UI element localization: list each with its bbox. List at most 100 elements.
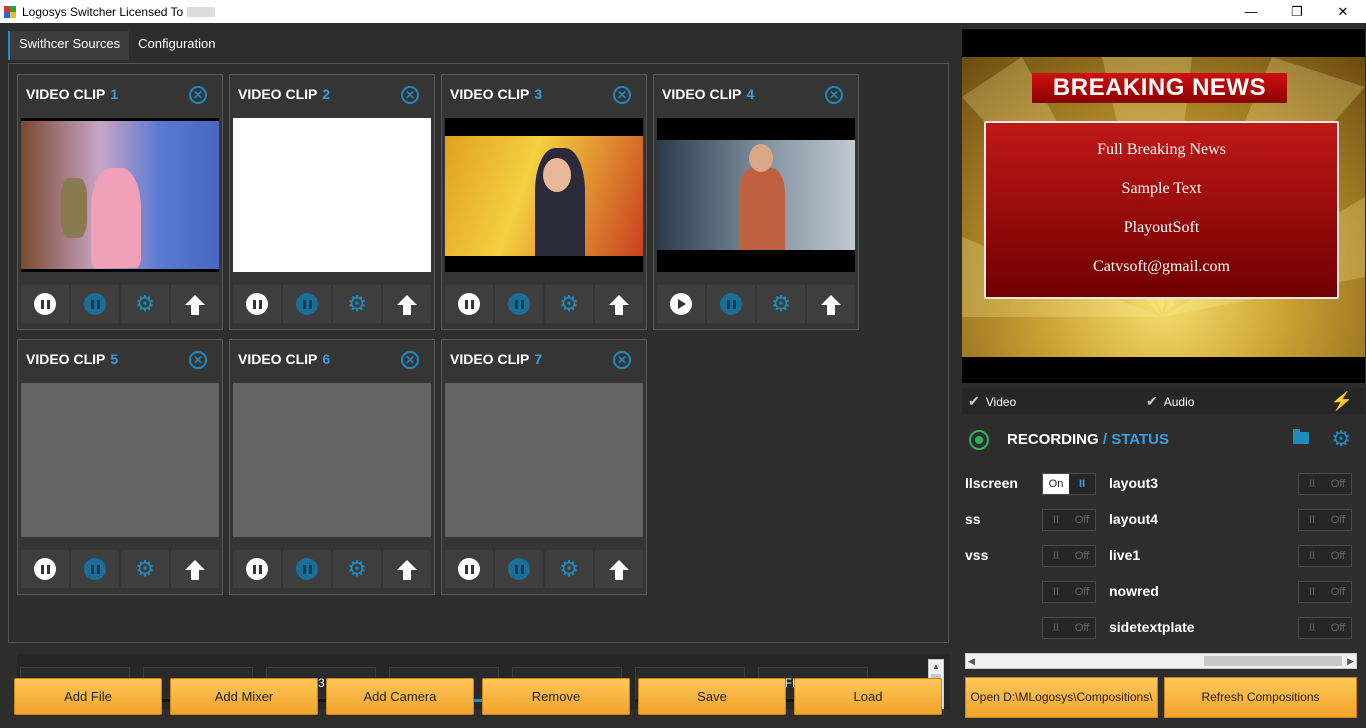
maximize-button[interactable]: ❐ (1274, 0, 1320, 23)
action-buttons: Add File Add Mixer Add Camera Remove Sav… (14, 678, 942, 715)
cue-button[interactable] (707, 285, 755, 323)
close-clip-icon[interactable]: ✕ (401, 86, 419, 104)
play-pause-button[interactable] (21, 285, 69, 323)
pause-icon (458, 558, 480, 580)
add-file-button[interactable]: Add File (14, 678, 162, 715)
save-button[interactable]: Save (638, 678, 786, 715)
clip-settings-button[interactable]: ⚙ (333, 285, 381, 323)
send-to-program-button[interactable] (171, 285, 219, 323)
video-checkbox[interactable]: ✔ Video (968, 388, 1016, 414)
play-pause-button[interactable] (21, 550, 69, 588)
clip-settings-button[interactable]: ⚙ (545, 285, 593, 323)
layout-toggle[interactable]: II Off (1298, 545, 1352, 567)
hscroll-thumb[interactable] (1204, 656, 1342, 666)
send-to-program-button[interactable] (383, 285, 431, 323)
audio-checkbox[interactable]: ✔ Audio (1146, 388, 1194, 414)
cue-icon (84, 293, 106, 315)
refresh-compositions-button[interactable]: Refresh Compositions (1164, 677, 1357, 718)
clip-settings-button[interactable]: ⚙ (121, 285, 169, 323)
clip-settings-button[interactable]: ⚙ (121, 550, 169, 588)
folder-icon[interactable] (1293, 429, 1309, 444)
video-clip-card[interactable]: VIDEO CLIP 5 ✕ ⚙ (17, 339, 223, 595)
layout-toggle[interactable]: II Off (1298, 617, 1352, 639)
toggle-right: Off (1074, 550, 1090, 562)
breaking-news-header: BREAKING NEWS (1032, 73, 1287, 103)
cue-button[interactable] (283, 550, 331, 588)
plate-line-1: Full Breaking News (1097, 141, 1226, 158)
audio-label: Audio (1163, 395, 1195, 409)
close-clip-icon[interactable]: ✕ (401, 351, 419, 369)
video-clip-card[interactable]: VIDEO CLIP 6 ✕ ⚙ (229, 339, 435, 595)
clip-thumbnail (21, 118, 219, 272)
video-clip-card[interactable]: VIDEO CLIP 1 ✕ ⚙ (17, 74, 223, 330)
cue-button[interactable] (283, 285, 331, 323)
cue-button[interactable] (71, 550, 119, 588)
send-to-program-button[interactable] (595, 285, 643, 323)
scroll-right-icon[interactable]: ▶ (1347, 654, 1354, 668)
minimize-button[interactable]: — (1228, 0, 1274, 23)
send-to-program-button[interactable] (383, 550, 431, 588)
tab-switcher-sources[interactable]: Swithcer Sources (10, 31, 130, 60)
cue-button[interactable] (495, 550, 543, 588)
clip-settings-button[interactable]: ⚙ (757, 285, 805, 323)
toggle-right: Off (1330, 622, 1346, 634)
layout-toggle[interactable]: II Off (1298, 581, 1352, 603)
play-pause-button[interactable] (233, 285, 281, 323)
scroll-left-icon[interactable]: ◀ (968, 654, 975, 668)
video-clip-card[interactable]: VIDEO CLIP 7 ✕ ⚙ (441, 339, 647, 595)
add-mixer-button[interactable]: Add Mixer (170, 678, 318, 715)
add-camera-button[interactable]: Add Camera (326, 678, 474, 715)
gear-icon[interactable]: ⚙ (1331, 426, 1351, 452)
cue-button[interactable] (71, 285, 119, 323)
layout-toggle[interactable]: II Off (1042, 509, 1096, 531)
layout-toggle[interactable]: II Off (1042, 545, 1096, 567)
arrow-up-icon (609, 560, 629, 580)
remove-button[interactable]: Remove (482, 678, 630, 715)
layout-toggle[interactable]: II Off (1298, 509, 1352, 531)
window-title: Logosys Switcher Licensed To (22, 4, 184, 19)
load-button[interactable]: Load (794, 678, 942, 715)
clip-settings-button[interactable]: ⚙ (333, 550, 381, 588)
arrow-up-icon (609, 295, 629, 315)
close-clip-icon[interactable]: ✕ (189, 86, 207, 104)
scroll-up-icon[interactable]: ▲ (929, 660, 943, 674)
plug-icon[interactable]: ⚡ (1331, 391, 1353, 412)
play-pause-button[interactable] (657, 285, 705, 323)
gear-icon: ⚙ (771, 291, 791, 316)
play-pause-button[interactable] (445, 285, 493, 323)
video-clip-card[interactable]: VIDEO CLIP 4 ✕ ⚙ (653, 74, 859, 330)
close-clip-icon[interactable]: ✕ (613, 86, 631, 104)
pause-icon (246, 293, 268, 315)
toggle-left: II (1308, 586, 1316, 598)
layouts-horizontal-scrollbar[interactable]: ◀ ▶ (965, 653, 1357, 669)
clips-panel: VIDEO CLIP 1 ✕ ⚙ VIDEO CLIP 2 ✕ ⚙ VIDEO CLIP 3 ✕ ⚙ V… (8, 63, 950, 709)
plate-line-3: PlayoutSoft (1123, 219, 1200, 236)
layout-toggle[interactable]: On II (1042, 473, 1096, 495)
video-clip-card[interactable]: VIDEO CLIP 2 ✕ ⚙ (229, 74, 435, 330)
layout-name: live1 (1109, 547, 1141, 563)
layout-toggle[interactable]: II Off (1042, 581, 1096, 603)
cue-button[interactable] (495, 285, 543, 323)
send-to-program-button[interactable] (595, 550, 643, 588)
arrow-up-icon (185, 560, 205, 580)
cue-icon (296, 558, 318, 580)
close-window-button[interactable]: ✕ (1320, 0, 1366, 23)
layout-toggle[interactable]: II Off (1042, 617, 1096, 639)
clip-settings-button[interactable]: ⚙ (545, 550, 593, 588)
toggle-right: Off (1330, 586, 1346, 598)
open-compositions-folder-button[interactable]: Open D:\MLogosys\Compositions\ (965, 677, 1158, 718)
send-to-program-button[interactable] (171, 550, 219, 588)
title-bar: Logosys Switcher Licensed To — ❐ ✕ (0, 0, 1366, 23)
record-icon[interactable] (969, 430, 989, 450)
video-clip-card[interactable]: VIDEO CLIP 3 ✕ ⚙ (441, 74, 647, 330)
close-clip-icon[interactable]: ✕ (189, 351, 207, 369)
toggle-right: Off (1074, 514, 1090, 526)
send-to-program-button[interactable] (807, 285, 855, 323)
close-clip-icon[interactable]: ✕ (825, 86, 843, 104)
layout-toggle[interactable]: II Off (1298, 473, 1352, 495)
tab-configuration[interactable]: Configuration (129, 31, 225, 60)
pause-icon (246, 558, 268, 580)
close-clip-icon[interactable]: ✕ (613, 351, 631, 369)
play-pause-button[interactable] (233, 550, 281, 588)
play-pause-button[interactable] (445, 550, 493, 588)
